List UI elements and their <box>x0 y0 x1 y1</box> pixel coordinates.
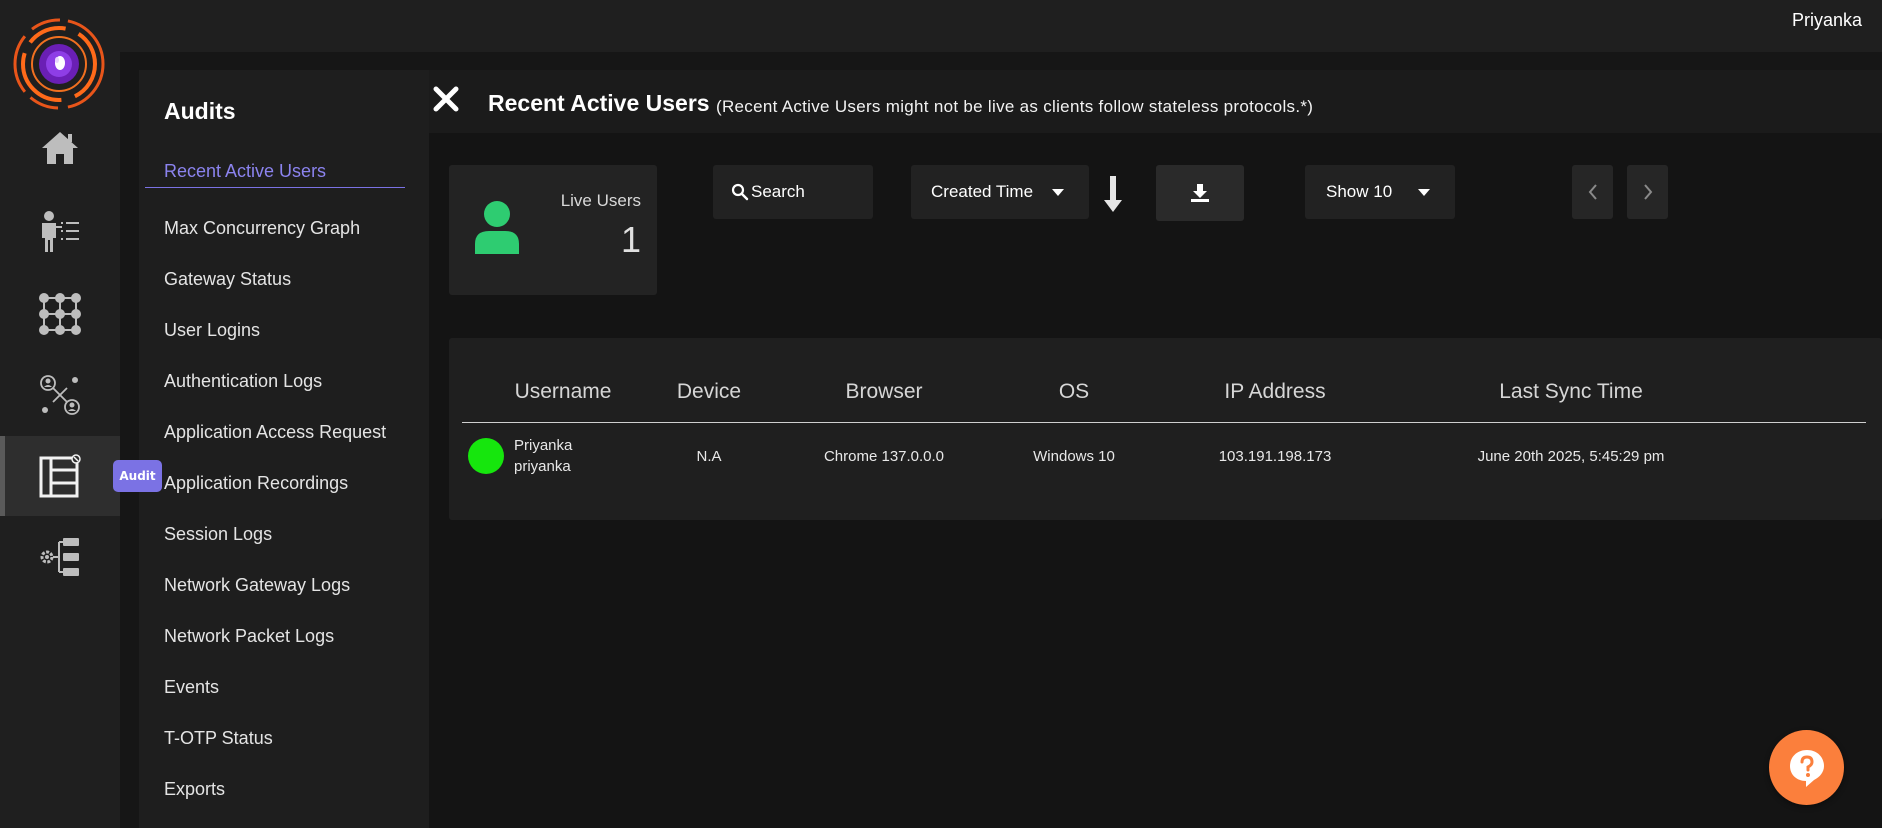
users-table-card: Username Device Browser OS IP Address La… <box>449 338 1882 520</box>
column-header-os[interactable]: OS <box>1014 362 1134 423</box>
audit-tooltip: Audit <box>113 460 162 492</box>
submenu-item-user-logins[interactable]: User Logins <box>139 305 429 356</box>
download-button[interactable] <box>1156 165 1244 221</box>
column-header-ip-address[interactable]: IP Address <box>1134 362 1416 423</box>
user-display-name: Priyanka <box>514 437 573 455</box>
user-login-name: priyanka <box>514 458 571 476</box>
column-header-last-sync-time[interactable]: Last Sync Time <box>1416 362 1866 423</box>
submenu-item-session-logs[interactable]: Session Logs <box>139 509 429 560</box>
ip-address-cell: 103.191.198.173 <box>1218 447 1332 465</box>
grid-network-icon <box>39 293 81 335</box>
rail-settings-tree[interactable] <box>0 517 120 597</box>
user-connections-icon <box>40 375 80 415</box>
submenu-item-application-recordings[interactable]: Application Recordings <box>139 458 429 509</box>
search-input[interactable]: Search <box>713 165 873 219</box>
online-status-dot <box>468 438 504 475</box>
page-title: Recent Active Users <box>488 90 710 116</box>
sort-by-value: Created Time <box>931 182 1034 201</box>
submenu-item-recent-active-users[interactable]: Recent Active Users <box>139 148 429 194</box>
audit-icon <box>39 454 81 498</box>
logo-icon <box>13 18 105 110</box>
rail-grid-network[interactable] <box>0 274 120 354</box>
sort-descending-icon[interactable] <box>1101 174 1125 214</box>
user-menu[interactable]: Priyanka <box>1792 10 1862 31</box>
column-header-browser[interactable]: Browser <box>754 362 1014 423</box>
rail-home[interactable] <box>0 108 120 188</box>
table-row[interactable]: Priyanka priyanka N.A Chrome 137.0.0.0 W… <box>462 422 1866 490</box>
main-panel: Recent Active Users (Recent Active Users… <box>429 70 1882 828</box>
rail-user-connections[interactable] <box>0 355 120 435</box>
submenu-item-gateway-status[interactable]: Gateway Status <box>139 254 429 305</box>
submenu-item-network-gateway-logs[interactable]: Network Gateway Logs <box>139 560 429 611</box>
live-users-card: Live Users 1 <box>449 165 657 295</box>
page-size-select[interactable]: Show 10 <box>1305 165 1455 219</box>
username-cell: Priyanka priyanka <box>462 422 664 490</box>
close-icon[interactable] <box>431 84 461 114</box>
chevron-right-icon <box>1643 184 1652 200</box>
download-icon <box>1191 184 1209 202</box>
submenu-item-t-otp-status[interactable]: T-OTP Status <box>139 713 429 764</box>
rail-user-list[interactable] <box>0 192 120 272</box>
submenu-item-max-concurrency-graph[interactable]: Max Concurrency Graph <box>139 194 429 254</box>
main-header: Recent Active Users (Recent Active Users… <box>429 70 1882 133</box>
icon-rail <box>0 0 120 828</box>
live-users-label: Live Users <box>560 191 641 210</box>
chevron-left-icon <box>1588 184 1597 200</box>
column-header-device[interactable]: Device <box>664 362 754 423</box>
next-page-button[interactable] <box>1627 165 1668 219</box>
device-cell: N.A <box>696 447 722 465</box>
submenu-title: Audits <box>164 98 236 124</box>
settings-tree-icon <box>40 538 79 576</box>
rail-audit[interactable] <box>0 436 120 516</box>
users-table: Username Device Browser OS IP Address La… <box>462 362 1866 490</box>
submenu-item-authentication-logs[interactable]: Authentication Logs <box>139 356 429 407</box>
submenu-item-application-access-request[interactable]: Application Access Request <box>139 407 429 458</box>
home-icon <box>42 132 78 164</box>
browser-cell: Chrome 137.0.0.0 <box>823 447 945 465</box>
caret-down-icon <box>1052 189 1064 196</box>
sort-by-select[interactable]: Created Time <box>911 165 1089 219</box>
table-header-row: Username Device Browser OS IP Address La… <box>462 362 1866 423</box>
user-icon <box>475 201 519 254</box>
search-icon <box>731 183 749 201</box>
submenu-item-exports[interactable]: Exports <box>139 764 429 815</box>
submenu-item-network-packet-logs[interactable]: Network Packet Logs <box>139 611 429 662</box>
search-placeholder: Search <box>751 182 805 201</box>
column-header-username[interactable]: Username <box>462 362 664 423</box>
help-chat-icon <box>1789 749 1824 787</box>
submenu-item-events[interactable]: Events <box>139 662 429 713</box>
help-button[interactable] <box>1769 730 1844 805</box>
os-cell: Windows 10 <box>1033 447 1115 465</box>
live-users-count: 1 <box>620 219 641 260</box>
previous-page-button[interactable] <box>1572 165 1613 219</box>
top-bar: Priyanka <box>120 0 1882 52</box>
caret-down-icon <box>1418 189 1430 196</box>
page-subtitle: (Recent Active Users might not be live a… <box>716 97 1314 116</box>
page-size-value: Show 10 <box>1326 182 1393 201</box>
user-list-icon <box>42 211 79 252</box>
last-sync-time-cell: June 20th 2025, 5:45:29 pm <box>1477 447 1665 465</box>
audits-submenu: Audits Recent Active Users Max Concurren… <box>139 70 429 828</box>
submenu-list: Recent Active Users Max Concurrency Grap… <box>139 148 429 815</box>
